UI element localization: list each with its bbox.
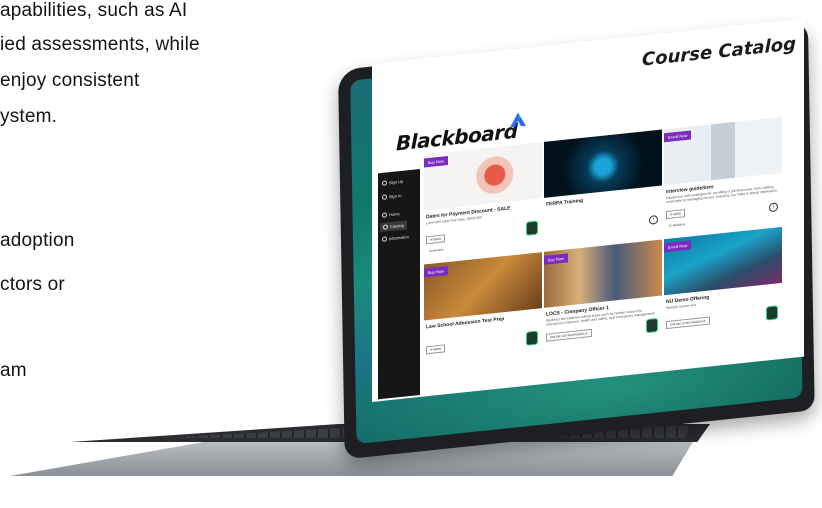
course-image	[664, 226, 782, 296]
logo-mark-icon	[510, 112, 526, 128]
course-image	[664, 116, 782, 186]
home-icon	[382, 212, 387, 218]
course-card[interactable]: Buy Now LOCS - Company Officer 1 Student…	[544, 239, 662, 354]
delivery-tag: HYBRID	[426, 234, 446, 245]
delivery-tag: ONLINE ASYNCHRONOUS	[546, 328, 592, 342]
sign-in-icon	[382, 194, 387, 200]
delivery-tag: HYBRID	[426, 344, 446, 355]
course-badge-icon	[646, 317, 658, 334]
sidebar-item-label: Information	[389, 234, 410, 242]
course-catalog-app: Course Catalog Blackboard Sign Up Sign I…	[372, 18, 804, 402]
course-badge-icon	[526, 330, 538, 346]
catalog-icon	[383, 224, 388, 230]
course-image	[424, 142, 542, 211]
info-icon[interactable]: i	[649, 214, 658, 225]
course-card[interactable]: Buy Now Dates for Payment Discount - SAL…	[424, 142, 542, 257]
sidebar-item-home[interactable]: Home	[382, 211, 400, 218]
sidebar-item-label: Catalog	[390, 222, 404, 230]
sidebar-item-label: Sign Up	[389, 178, 404, 186]
course-card[interactable]: Enroll Now Interview guidelines Equips y…	[664, 116, 782, 232]
course-image	[544, 239, 662, 308]
sidebar-item-catalog[interactable]: Catalog	[380, 220, 407, 233]
sidebar-item-sign-up[interactable]: Sign Up	[382, 179, 403, 186]
delivery-tag: HYBRID	[666, 209, 686, 220]
sidebar-item-information[interactable]: Information	[382, 234, 409, 242]
page-title: Course Catalog	[642, 33, 796, 71]
course-badge-icon	[526, 220, 538, 236]
course-card[interactable]: Enroll Now NU Demo Offering Sample cours…	[664, 226, 782, 342]
sign-up-icon	[382, 180, 387, 186]
course-card[interactable]: Buy Now Law School Admission Test Prep H…	[424, 252, 542, 367]
sidebar: Sign Up Sign In Home Catalog Information	[378, 168, 420, 400]
sidebar-item-label: Sign In	[389, 192, 402, 200]
sidebar-item-label: Home	[389, 211, 400, 218]
course-card[interactable]: FERPA Training i	[544, 129, 662, 244]
course-badge-icon	[766, 305, 778, 321]
contributors-label: Comments	[429, 247, 444, 254]
contributors-label: Contributors	[669, 222, 686, 228]
laptop-illustration: Course Catalog Blackboard Sign Up Sign I…	[0, 0, 822, 508]
delivery-tag: ONLINE SYNCHRONOUS	[666, 316, 710, 330]
course-image	[544, 129, 662, 198]
course-title[interactable]: FERPA Training	[546, 198, 583, 208]
course-image	[424, 252, 542, 321]
info-icon[interactable]: i	[769, 202, 778, 213]
sidebar-item-sign-in[interactable]: Sign In	[382, 193, 401, 200]
info-icon	[382, 236, 387, 242]
